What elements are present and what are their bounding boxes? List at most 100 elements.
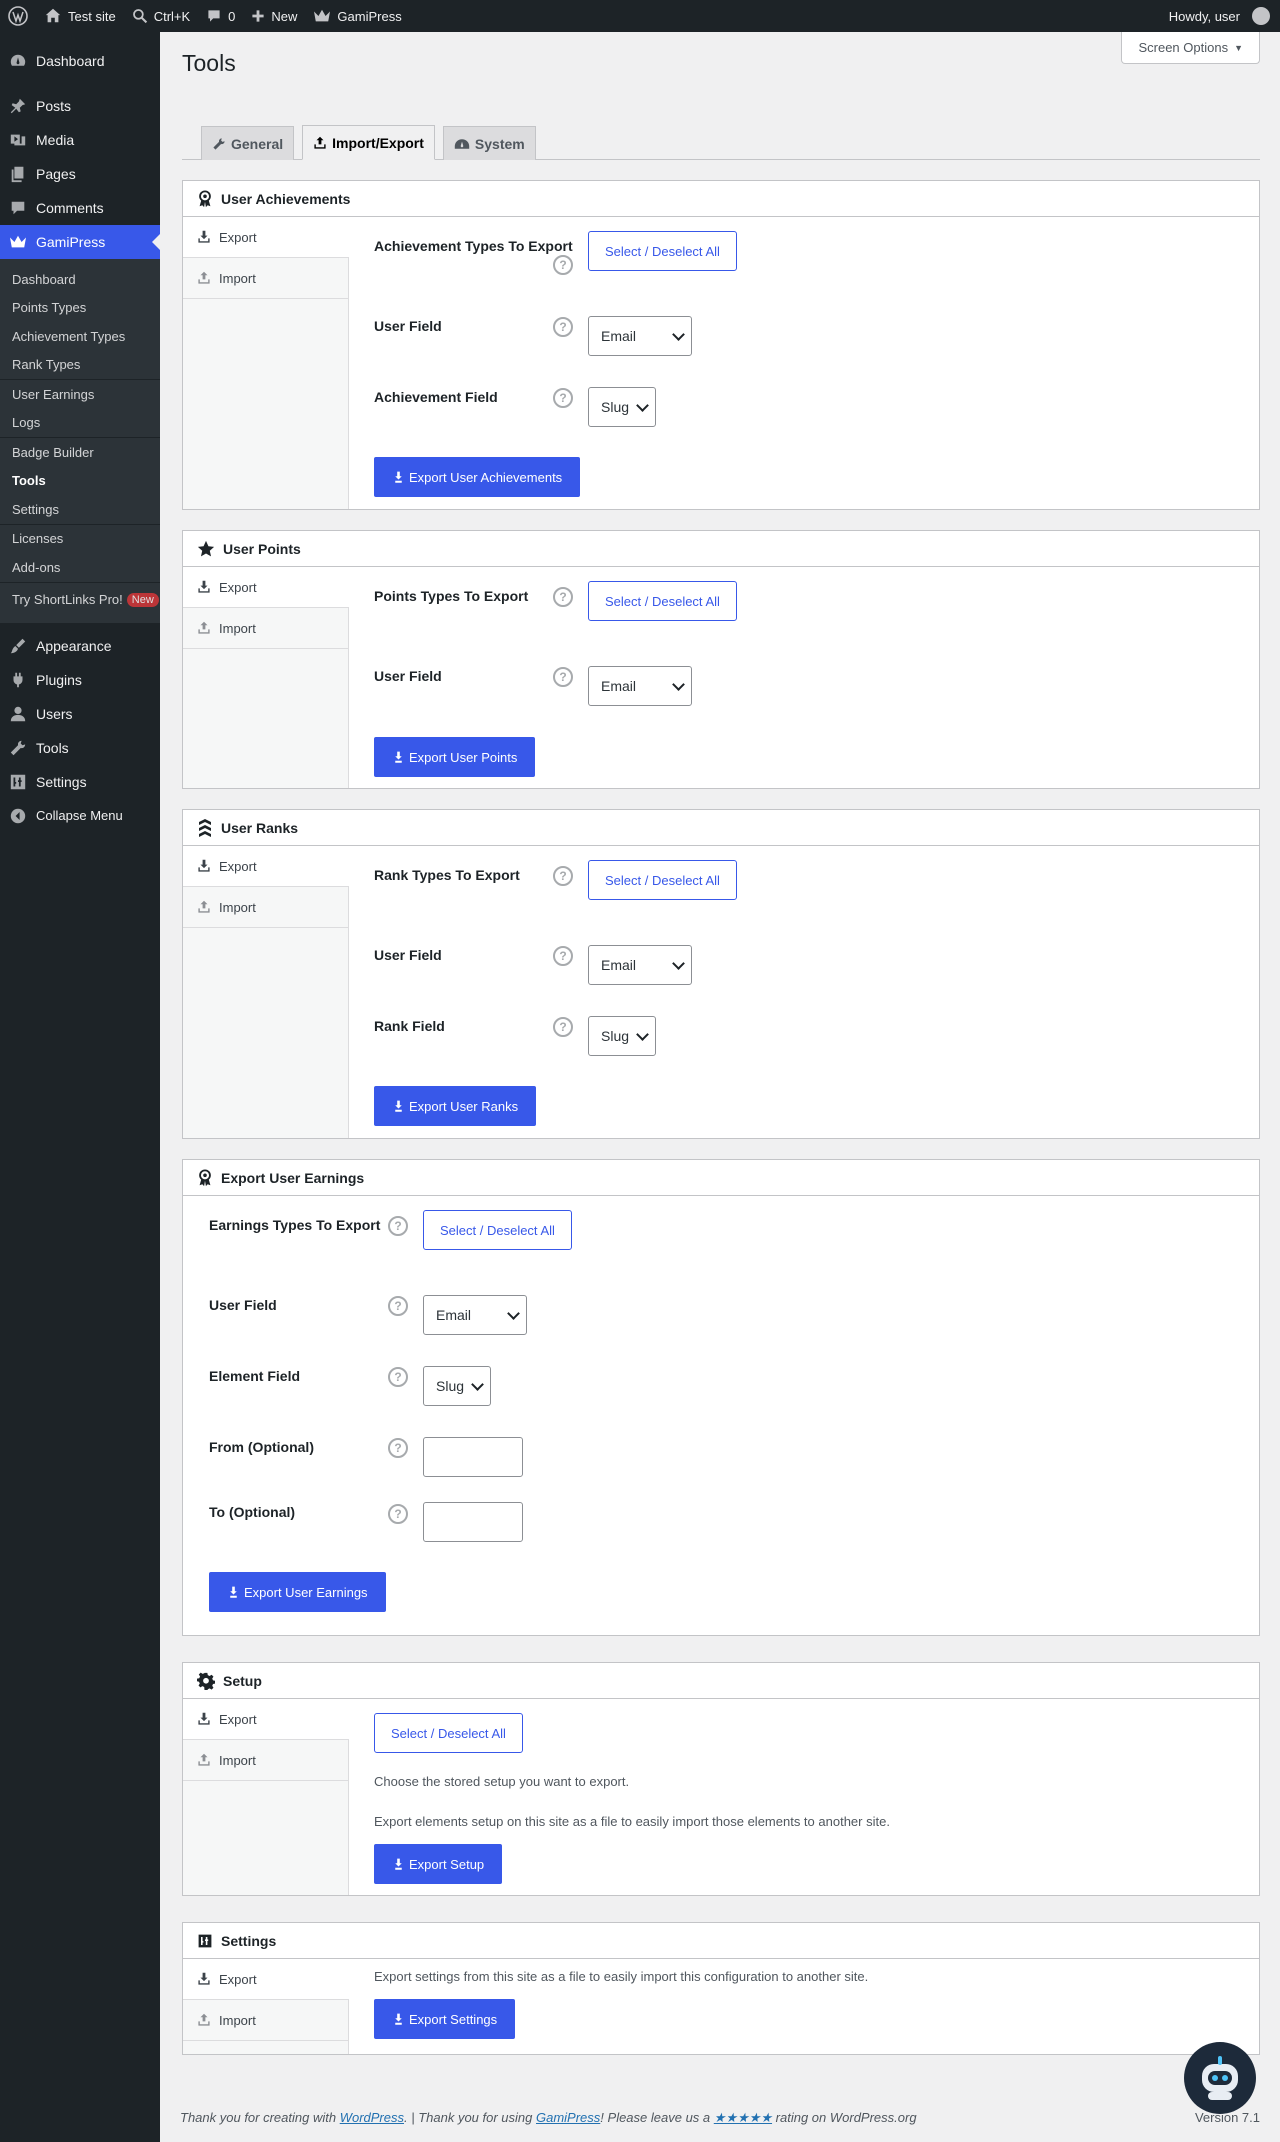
help-icon[interactable]: ? [553,388,573,408]
caret-down-icon: ▼ [1234,42,1243,53]
rank-chevrons-icon [199,818,211,837]
vtab-import[interactable]: Import [183,2000,348,2041]
submenu-user-earnings[interactable]: User Earnings [0,380,160,409]
help-icon[interactable]: ? [553,1017,573,1037]
new-content-link[interactable]: New [243,0,305,32]
vtab-import[interactable]: Import [183,608,348,649]
field-label: User Field [374,318,442,334]
gamipress-adminbar-link[interactable]: GamiPress [305,0,409,32]
box-header: Setup [183,1663,1259,1699]
vtab-export[interactable]: Export [183,846,349,887]
user-field-select[interactable]: Email [588,316,692,356]
export-user-ranks-button[interactable]: Export User Ranks [374,1086,537,1126]
export-user-earnings-button[interactable]: Export User Earnings [209,1572,386,1612]
earnings-types-field: Earnings Types To Export ? Select / Dese… [209,1196,1233,1276]
wp-logo[interactable] [0,0,36,32]
wordpress-link[interactable]: WordPress [340,2110,404,2125]
submenu-achievement-types[interactable]: Achievement Types [0,322,160,351]
submenu-points-types[interactable]: Points Types [0,294,160,323]
vtab-import[interactable]: Import [183,258,348,299]
user-field-select[interactable]: Email [588,666,692,706]
user-field-select[interactable]: Email [588,945,692,985]
submenu-badge-builder[interactable]: Badge Builder [0,438,160,467]
help-icon[interactable]: ? [388,1504,408,1524]
vtab-import[interactable]: Import [183,1740,348,1781]
element-field-select[interactable]: Slug [423,1366,491,1406]
settings-sliders-icon [198,1934,212,1947]
chat-assistant-robot-button[interactable] [1184,2042,1256,2114]
tab-general[interactable]: General [201,126,295,160]
my-account[interactable]: Howdy, user [1161,0,1280,32]
select-deselect-all-button[interactable]: Select / Deselect All [588,860,737,900]
help-icon[interactable]: ? [388,1438,408,1458]
gamipress-link[interactable]: GamiPress [536,2110,600,2125]
help-icon[interactable]: ? [388,1296,408,1316]
help-icon[interactable]: ? [553,667,573,687]
export-settings-button[interactable]: Export Settings [374,1999,516,2039]
rating-stars-link[interactable]: ★★★★★ [714,2110,772,2125]
vtab-import[interactable]: Import [183,887,348,928]
menu-tools[interactable]: Tools [0,731,160,765]
vtab-export[interactable]: Export [183,567,349,608]
submenu-settings[interactable]: Settings [0,495,160,524]
menu-comments[interactable]: Comments [0,191,160,225]
help-icon[interactable]: ? [553,866,573,886]
menu-settings[interactable]: Settings [0,765,160,799]
admin-footer: Thank you for creating with WordPress. |… [180,2110,1260,2126]
tab-system[interactable]: System [442,126,536,160]
collapse-menu-button[interactable]: Collapse Menu [0,799,160,833]
select-deselect-all-button[interactable]: Select / Deselect All [423,1210,572,1250]
rank-field: Rank Field ? Slug [374,997,1234,1068]
submenu-add-ons[interactable]: Add-ons [0,553,160,582]
help-icon[interactable]: ? [553,587,573,607]
menu-dashboard[interactable]: Dashboard [0,44,160,78]
help-icon[interactable]: ? [553,946,573,966]
tab-import-export[interactable]: Import/Export [302,125,435,160]
help-icon[interactable]: ? [553,255,573,275]
vtab-export[interactable]: Export [183,1959,349,2000]
select-deselect-all-button[interactable]: Select / Deselect All [374,1713,523,1753]
select-deselect-all-button[interactable]: Select / Deselect All [588,231,737,271]
help-icon[interactable]: ? [388,1216,408,1236]
screen-options-toggle[interactable]: Screen Options ▼ [1121,32,1260,64]
menu-posts[interactable]: Posts [0,89,160,123]
from-date-input[interactable] [423,1437,523,1477]
site-name-link[interactable]: Test site [36,0,124,32]
user-field-select[interactable]: Email [423,1295,527,1335]
submenu-rank-types[interactable]: Rank Types [0,351,160,380]
box-header: Settings [183,1923,1259,1959]
menu-gamipress[interactable]: GamiPress [0,225,160,259]
submenu-dashboard[interactable]: Dashboard [0,265,160,294]
vtab-export[interactable]: Export [183,217,349,258]
comment-bubble-icon [208,10,220,22]
comments-link[interactable]: 0 [198,0,243,32]
achievement-field-select[interactable]: Slug [588,387,656,427]
field-label: User Field [374,668,442,684]
pushpin-icon [8,96,28,116]
menu-plugins[interactable]: Plugins [0,663,160,697]
help-icon[interactable]: ? [388,1367,408,1387]
submenu-logs[interactable]: Logs [0,409,160,438]
menu-appearance[interactable]: Appearance [0,629,160,663]
settings-sliders-icon [8,772,28,792]
export-user-achievements-button[interactable]: Export User Achievements [374,457,581,497]
help-icon[interactable]: ? [553,317,573,337]
submenu-try-shortlinks[interactable]: Try ShortLinks Pro! New [0,583,160,617]
select-deselect-all-button[interactable]: Select / Deselect All [588,581,737,621]
rank-field-select[interactable]: Slug [588,1016,656,1056]
command-palette-search[interactable]: Ctrl+K [124,0,198,32]
menu-media[interactable]: Media [0,123,160,157]
submenu-tools[interactable]: Tools [0,467,160,496]
setup-choose-text: Choose the stored setup you want to expo… [374,1774,630,1789]
to-date-input[interactable] [423,1502,523,1542]
submenu-licenses[interactable]: Licenses [0,525,160,554]
menu-users[interactable]: Users [0,697,160,731]
achievement-field: Achievement Field ? Slug [374,368,1234,439]
element-field: Element Field ? Slug [209,1347,1233,1418]
export-user-points-button[interactable]: Export User Points [374,737,536,777]
menu-pages[interactable]: Pages [0,157,160,191]
vtab-export[interactable]: Export [183,1699,349,1740]
vertical-tabs: Export Import [183,846,349,1138]
download-icon [198,1972,210,1985]
export-setup-button[interactable]: Export Setup [374,1844,503,1884]
